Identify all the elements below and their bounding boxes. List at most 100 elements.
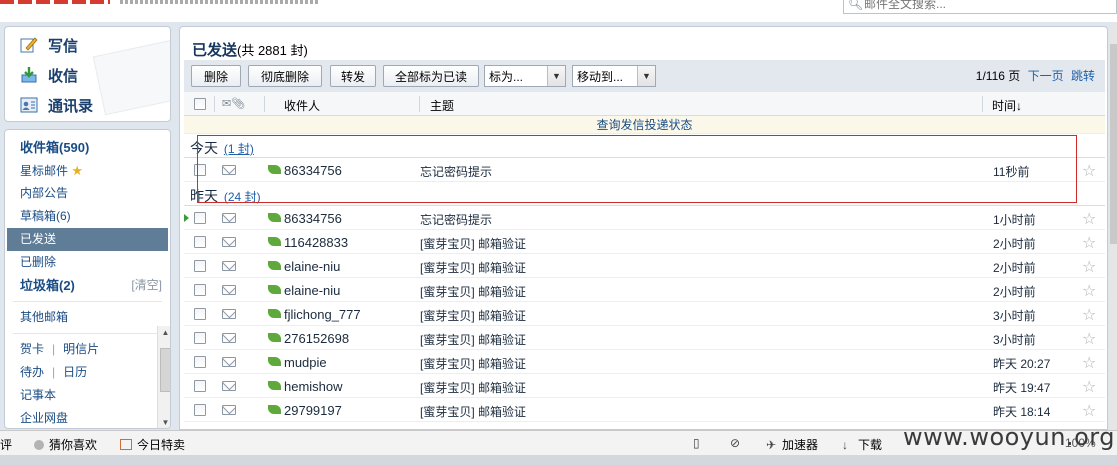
row-receiver[interactable]: 116428833 (284, 235, 348, 250)
table-row[interactable]: 29799197 [蜜芽宝贝] 邮箱验证 昨天 18:14 ☆ (184, 398, 1105, 422)
calendar-link[interactable]: 日历 (63, 361, 87, 384)
phone-icon[interactable]: ▯ (693, 436, 705, 450)
table-row[interactable]: 276152698 [蜜芽宝贝] 邮箱验证 3小时前 ☆ (184, 326, 1105, 350)
folder-starred[interactable]: 星标邮件 ★ (5, 159, 170, 182)
row-receiver[interactable]: hemishow (284, 379, 343, 394)
row-subject[interactable]: 忘记密码提示 (420, 211, 492, 228)
greeting-card-link[interactable]: 贺卡 (20, 338, 44, 361)
browser-icon[interactable]: ⊘ (730, 436, 742, 450)
postcard-link[interactable]: 明信片 (63, 338, 99, 361)
row-subject[interactable]: [蜜芽宝贝] 邮箱验证 (420, 403, 526, 420)
mark-all-read-button[interactable]: 全部标为已读 (383, 65, 479, 87)
row-subject[interactable]: [蜜芽宝贝] 邮箱验证 (420, 283, 526, 300)
table-row[interactable]: hemishow [蜜芽宝贝] 邮箱验证 昨天 19:47 ☆ (184, 374, 1105, 398)
move-to-select[interactable]: 移动到... ▼ (572, 65, 656, 87)
star-icon[interactable]: ☆ (1082, 329, 1096, 349)
todo-link[interactable]: 待办 (20, 361, 44, 384)
review-item[interactable]: 评 (0, 436, 12, 453)
subject-column-header[interactable]: 主题 (430, 97, 454, 114)
envelope-icon (222, 309, 236, 319)
download-item[interactable]: ↓ 下载 (842, 436, 882, 453)
scroll-up-icon[interactable]: ▲ (158, 326, 170, 340)
delete-permanently-button[interactable]: 彻底删除 (248, 65, 322, 87)
group-count-link[interactable]: (24 封) (224, 190, 261, 204)
receive-button[interactable]: 收信 (5, 60, 170, 90)
row-receiver[interactable]: 86334756 (284, 211, 342, 226)
notes-link[interactable]: 记事本 (5, 384, 170, 407)
table-row[interactable]: elaine-niu [蜜芽宝贝] 邮箱验证 2小时前 ☆ (184, 278, 1105, 302)
row-receiver[interactable]: fjlichong_777 (284, 307, 361, 322)
mark-as-select[interactable]: 标为... ▼ (484, 65, 566, 87)
star-icon[interactable]: ☆ (1082, 209, 1096, 229)
row-checkbox[interactable] (194, 308, 206, 320)
row-checkbox[interactable] (194, 236, 206, 248)
table-row[interactable]: 86334756 忘记密码提示 11秒前 ☆ (184, 158, 1105, 182)
row-subject[interactable]: 忘记密码提示 (420, 163, 492, 180)
row-checkbox[interactable] (194, 332, 206, 344)
table-row[interactable]: 86334756 忘记密码提示 1小时前 ☆ (184, 206, 1105, 230)
table-row[interactable]: 116428833 [蜜芽宝贝] 邮箱验证 2小时前 ☆ (184, 230, 1105, 254)
row-checkbox[interactable] (194, 380, 206, 392)
scroll-down-icon[interactable]: ▼ (158, 416, 170, 428)
table-row[interactable]: mudpie [蜜芽宝贝] 邮箱验证 昨天 20:27 ☆ (184, 350, 1105, 374)
row-receiver[interactable]: elaine-niu (284, 259, 340, 274)
time-column-header[interactable]: 时间↓ (992, 97, 1022, 114)
accelerator-item[interactable]: ✈ 加速器 (766, 436, 818, 453)
star-icon[interactable]: ☆ (1082, 257, 1096, 277)
row-receiver[interactable]: mudpie (284, 355, 327, 370)
folder-deleted[interactable]: 已删除 (5, 251, 170, 274)
row-checkbox[interactable] (194, 356, 206, 368)
star-icon[interactable]: ☆ (1082, 353, 1096, 373)
row-checkbox[interactable] (194, 284, 206, 296)
row-checkbox[interactable] (194, 212, 206, 224)
folder-spam[interactable]: 垃圾箱(2) [清空] (5, 274, 170, 297)
search-input[interactable] (864, 0, 1104, 11)
folder-drafts[interactable]: 草稿箱(6) (5, 205, 170, 228)
folder-sent[interactable]: 已发送 (7, 228, 168, 251)
row-subject[interactable]: [蜜芽宝贝] 邮箱验证 (420, 259, 526, 276)
table-row[interactable]: fjlichong_777 [蜜芽宝贝] 邮箱验证 3小时前 ☆ (184, 302, 1105, 326)
folder-internal[interactable]: 内部公告 (5, 182, 170, 205)
main-scrollbar[interactable] (1110, 22, 1117, 430)
contacts-button[interactable]: 通讯录 (5, 90, 170, 120)
star-icon[interactable]: ☆ (1082, 161, 1096, 181)
row-receiver[interactable]: 86334756 (284, 163, 342, 178)
star-icon[interactable]: ☆ (1082, 305, 1096, 325)
receiver-column-header[interactable]: 收件人 (284, 97, 320, 114)
folder-other[interactable]: 其他邮箱 (5, 306, 170, 329)
row-subject[interactable]: [蜜芽宝贝] 邮箱验证 (420, 307, 526, 324)
cloud-drive-link[interactable]: 企业网盘 (5, 407, 170, 428)
star-icon[interactable]: ☆ (1082, 401, 1096, 421)
row-subject[interactable]: [蜜芽宝贝] 邮箱验证 (420, 331, 526, 348)
clear-spam-link[interactable]: [清空] (131, 274, 162, 297)
guess-item[interactable]: 猜你喜欢 (34, 436, 97, 453)
scroll-thumb[interactable] (160, 348, 170, 392)
row-checkbox[interactable] (194, 164, 206, 176)
jump-link[interactable]: 跳转 (1071, 69, 1095, 83)
star-icon[interactable]: ☆ (1082, 233, 1096, 253)
delete-button[interactable]: 删除 (191, 65, 241, 87)
row-receiver[interactable]: 29799197 (284, 403, 342, 418)
row-receiver[interactable]: elaine-niu (284, 283, 340, 298)
table-row[interactable]: elaine-niu [蜜芽宝贝] 邮箱验证 2小时前 ☆ (184, 254, 1105, 278)
star-icon[interactable]: ☆ (1082, 377, 1096, 397)
group-count-link[interactable]: (1 封) (224, 142, 254, 156)
folder-scrollbar[interactable]: ▲ ▼ (157, 326, 170, 428)
row-subject[interactable]: [蜜芽宝贝] 邮箱验证 (420, 235, 526, 252)
row-receiver[interactable]: 276152698 (284, 331, 349, 346)
mail-search-box[interactable]: 🔍︎ (843, 0, 1117, 14)
today-deal-item[interactable]: 今日特卖 (120, 436, 185, 453)
folder-inbox[interactable]: 收件箱(590) (5, 136, 170, 159)
row-subject[interactable]: [蜜芽宝贝] 邮箱验证 (420, 355, 526, 372)
forward-button[interactable]: 转发 (330, 65, 376, 87)
row-checkbox[interactable] (194, 404, 206, 416)
next-page-link[interactable]: 下一页 (1028, 69, 1064, 83)
select-all-checkbox[interactable] (194, 98, 206, 110)
compose-button[interactable]: 写信 (5, 30, 170, 60)
scroll-thumb[interactable] (1110, 44, 1117, 244)
row-subject[interactable]: [蜜芽宝贝] 邮箱验证 (420, 379, 526, 396)
row-checkbox[interactable] (194, 260, 206, 272)
star-icon[interactable]: ☆ (1082, 281, 1096, 301)
folder-starred-label: 星标邮件 (20, 164, 69, 178)
delivery-status-link[interactable]: 查询发信投递状态 (184, 116, 1105, 134)
